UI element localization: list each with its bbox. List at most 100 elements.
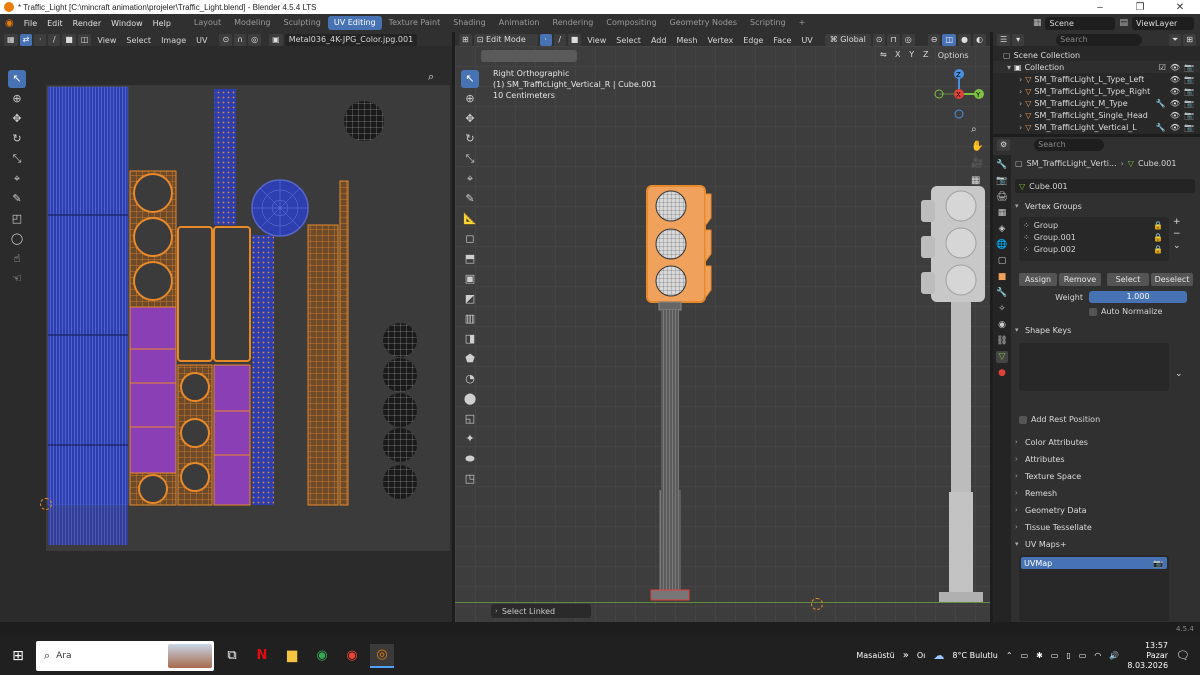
- vertex-group-row[interactable]: ⁘ Group 🔒: [1019, 219, 1169, 231]
- remove-button[interactable]: Remove: [1059, 273, 1101, 286]
- attributes-panel-header[interactable]: › Attributes: [1015, 452, 1195, 466]
- object-tab-icon[interactable]: ■: [996, 271, 1008, 283]
- lock-icon[interactable]: 🔒: [1153, 245, 1169, 254]
- add-rest-position-checkbox[interactable]: [1019, 415, 1027, 424]
- viewport-editor-type-icon[interactable]: ⊞: [459, 34, 472, 46]
- data-tab-icon[interactable]: ▽: [996, 351, 1008, 363]
- expand-chevron-icon[interactable]: ›: [1019, 111, 1022, 120]
- taskbar-clock[interactable]: 13:57 Pazar 8.03.2026: [1127, 641, 1168, 671]
- lock-icon[interactable]: 🔒: [1153, 221, 1169, 230]
- viewport-menu-view[interactable]: View: [583, 36, 610, 45]
- rip-tool-icon[interactable]: ◰: [8, 210, 26, 228]
- exclude-checkbox-icon[interactable]: ☑: [1159, 63, 1166, 72]
- properties-editor-type-icon[interactable]: ⚙: [997, 139, 1011, 151]
- bluetooth-icon[interactable]: ✱: [1036, 651, 1043, 660]
- visibility-eye-icon[interactable]: 👁: [1170, 99, 1180, 108]
- collection-row[interactable]: ▾ ▣ Collection ☑ 👁 📷: [993, 61, 1200, 73]
- expand-chevron-icon[interactable]: ▾: [1007, 63, 1011, 72]
- shape-key-specials-button[interactable]: ⌄: [1175, 369, 1183, 379]
- uv-island-mode-icon[interactable]: ◫: [77, 34, 92, 46]
- tool-settings-strip[interactable]: [481, 50, 577, 62]
- vp-move-tool-icon[interactable]: ✥: [461, 110, 479, 128]
- render-camera-icon[interactable]: 📷: [1184, 111, 1194, 120]
- display-mode-icon[interactable]: ▾: [1012, 34, 1025, 46]
- options-menu[interactable]: Options: [934, 51, 973, 60]
- add-rest-position-row[interactable]: Add Rest Position: [1019, 415, 1100, 424]
- outliner-editor-type-icon[interactable]: ☰: [997, 34, 1011, 46]
- output-tab-icon[interactable]: 🖨: [996, 191, 1008, 203]
- outliner-object-row[interactable]: › ▽ SM_TrafficLight_M_Type 🔧 👁 📷: [993, 97, 1200, 109]
- file-explorer-icon[interactable]: ▆: [280, 644, 304, 668]
- deselect-button[interactable]: Deselect: [1151, 273, 1193, 286]
- render-camera-icon[interactable]: 📷: [1184, 99, 1194, 108]
- wifi-icon[interactable]: ◠: [1094, 651, 1101, 660]
- shape-keys-panel-header[interactable]: ▾ Shape Keys: [1015, 323, 1195, 337]
- show-desktop-label[interactable]: Masaüstü: [856, 651, 894, 660]
- render-tab-icon[interactable]: 📷: [996, 175, 1008, 187]
- mesh-name-field[interactable]: ▽ Cube.001: [1015, 179, 1195, 193]
- menu-window[interactable]: Window: [106, 19, 148, 28]
- extrude-tool-icon[interactable]: ⬒: [461, 250, 479, 268]
- pivot-icon[interactable]: ⊙: [219, 34, 233, 46]
- uv-menu-image[interactable]: Image: [157, 36, 190, 45]
- expand-chevron-icon[interactable]: ›: [1019, 75, 1022, 84]
- viewport-menu-add[interactable]: Add: [647, 36, 671, 45]
- material-tab-icon[interactable]: ●: [996, 367, 1008, 379]
- rotate-tool-icon[interactable]: ↻: [8, 130, 26, 148]
- view-layer-tab-icon[interactable]: ▦: [996, 207, 1008, 219]
- viewport-proportional-icon[interactable]: ◎: [901, 34, 915, 46]
- close-button[interactable]: ✕: [1160, 2, 1200, 13]
- visibility-eye-icon[interactable]: 👁: [1170, 111, 1180, 120]
- viewport-menu-face[interactable]: Face: [769, 36, 795, 45]
- render-camera-icon[interactable]: 📷: [1184, 87, 1194, 96]
- vp-transform-tool-icon[interactable]: ⌖: [461, 170, 479, 188]
- windows-start-icon[interactable]: ⊞: [6, 644, 30, 668]
- weight-slider[interactable]: 1.000: [1089, 291, 1187, 303]
- visibility-eye-icon[interactable]: 👁: [1170, 63, 1180, 72]
- active-render-camera-icon[interactable]: 📷: [1153, 559, 1167, 568]
- taskbar-search-box[interactable]: ⌕ Ara: [36, 640, 214, 671]
- expand-chevron-icon[interactable]: ›: [1019, 123, 1022, 132]
- viewport-snap-icon[interactable]: ⊓: [887, 34, 900, 46]
- workspace-tab-texture-paint[interactable]: Texture Paint: [383, 16, 447, 30]
- maximize-button[interactable]: ❐: [1120, 2, 1160, 13]
- vp-select-tool-icon[interactable]: ↖: [461, 70, 479, 88]
- loop-cut-tool-icon[interactable]: ▥: [461, 310, 479, 328]
- blender-menu-icon[interactable]: ◉: [0, 18, 19, 29]
- minimize-button[interactable]: –: [1080, 2, 1120, 13]
- chrome-app-icon[interactable]: ◉: [310, 644, 334, 668]
- constraints-tab-icon[interactable]: ⛓: [996, 335, 1008, 347]
- expand-chevron-icon[interactable]: ›: [1019, 87, 1022, 96]
- chevron-double-right-icon[interactable]: »: [903, 650, 909, 661]
- weather-text[interactable]: 8°C Bulutlu: [952, 651, 998, 660]
- menu-edit[interactable]: Edit: [42, 19, 68, 28]
- scene-tab-icon[interactable]: ◈: [996, 223, 1008, 235]
- chrome-app-icon-2[interactable]: ◉: [340, 644, 364, 668]
- editor-type-icon[interactable]: ▦: [4, 34, 18, 46]
- workspace-tab-layout[interactable]: Layout: [188, 16, 227, 30]
- uv-editor-area[interactable]: ↖ ⊕ ✥ ↻ ⤡ ⌖ ✎ ◰ ◯ ☝ ☜ ⌕ ✋: [0, 46, 452, 622]
- menu-help[interactable]: Help: [148, 19, 176, 28]
- outliner-object-row[interactable]: › ▽ SM_TrafficLight_Vertical_L 🔧 👁 📷: [993, 121, 1200, 133]
- bevel-tool-icon[interactable]: ◩: [461, 290, 479, 308]
- select-box-tool-icon[interactable]: ↖: [8, 70, 26, 88]
- vp-scale-tool-icon[interactable]: ⤡: [461, 150, 479, 168]
- notifications-icon[interactable]: 🗨: [1176, 649, 1190, 662]
- image-browse-icon[interactable]: ▣: [269, 34, 283, 46]
- scale-tool-icon[interactable]: ⤡: [8, 150, 26, 168]
- workspace-tab-shading[interactable]: Shading: [447, 16, 492, 30]
- viewport-menu-edge[interactable]: Edge: [739, 36, 767, 45]
- vertex-group-specials-button[interactable]: ⌄: [1173, 241, 1181, 251]
- workspace-tab-sculpting[interactable]: Sculpting: [278, 16, 327, 30]
- axis-x-toggle[interactable]: X: [891, 49, 904, 61]
- outliner-object-row[interactable]: › ▽ SM_TrafficLight_Single_Head 👁 📷: [993, 109, 1200, 121]
- workspace-tab-geometry-nodes[interactable]: Geometry Nodes: [664, 16, 743, 30]
- snap-icon[interactable]: ∩: [234, 34, 247, 46]
- move-tool-icon[interactable]: ✥: [8, 110, 26, 128]
- cursor-tool-icon[interactable]: ⊕: [8, 90, 26, 108]
- vertex-groups-panel-header[interactable]: ▾ Vertex Groups: [1015, 199, 1195, 213]
- vp-measure-tool-icon[interactable]: 📐: [461, 210, 479, 228]
- workspace-tab-rendering[interactable]: Rendering: [547, 16, 600, 30]
- auto-normalize-checkbox[interactable]: [1089, 307, 1097, 316]
- shear-tool-icon[interactable]: ⬬: [461, 450, 479, 468]
